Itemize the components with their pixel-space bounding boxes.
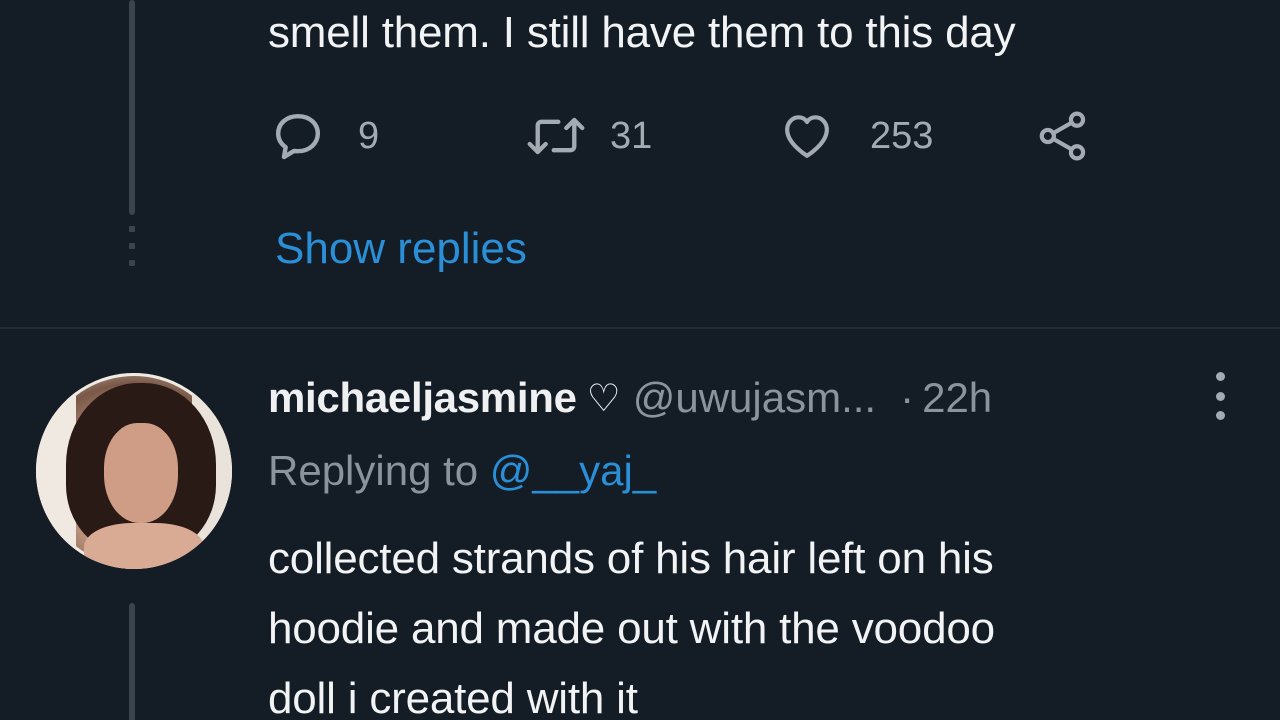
reply-bubble-icon	[270, 108, 326, 164]
tweet-thread-view: smell them. I still have them to this da…	[0, 0, 1280, 720]
more-options-icon[interactable]	[1208, 372, 1232, 420]
header-separator: ·	[900, 374, 915, 421]
tweet-text: collected strands of his hair left on hi…	[268, 524, 1228, 720]
tweet-header: michaeljasmine ♡ @uwujasm... · 22h	[268, 370, 992, 426]
retweet-count: 31	[610, 114, 653, 157]
avatar[interactable]	[36, 373, 232, 569]
share-icon	[1034, 108, 1092, 164]
tweet-text-line: hoodie and made out with the voodoo	[268, 604, 995, 653]
tweet-text-line: collected strands of his hair left on hi…	[268, 534, 994, 583]
previous-tweet-text: smell them. I still have them to this da…	[268, 8, 1016, 57]
like-count: 253	[870, 114, 934, 157]
share-button[interactable]	[1034, 106, 1092, 166]
display-name[interactable]: michaeljasmine	[268, 374, 577, 422]
thread-connector-line	[129, 0, 135, 215]
thread-collapsed-dots	[128, 226, 136, 266]
replying-to-line: Replying to @__yaj_	[268, 444, 656, 498]
like-button[interactable]: 253	[778, 106, 933, 166]
tweet-timestamp[interactable]: 22h	[922, 374, 992, 422]
replying-to-label: Replying to	[268, 447, 479, 494]
thread-connector-line-bottom	[129, 603, 135, 720]
tweet-divider	[0, 327, 1280, 329]
name-heart-emoji: ♡	[586, 377, 621, 420]
show-replies-link[interactable]: Show replies	[275, 222, 527, 276]
replying-to-mention[interactable]: @__yaj_	[490, 447, 656, 494]
reply-button[interactable]: 9	[270, 106, 379, 166]
tweet-text-line: doll i created with it	[268, 674, 638, 720]
user-handle[interactable]: @uwujasm...	[633, 374, 876, 422]
reply-count: 9	[358, 114, 380, 157]
retweet-button[interactable]: 31	[524, 106, 652, 166]
retweet-icon	[524, 108, 588, 164]
heart-icon	[778, 108, 836, 164]
